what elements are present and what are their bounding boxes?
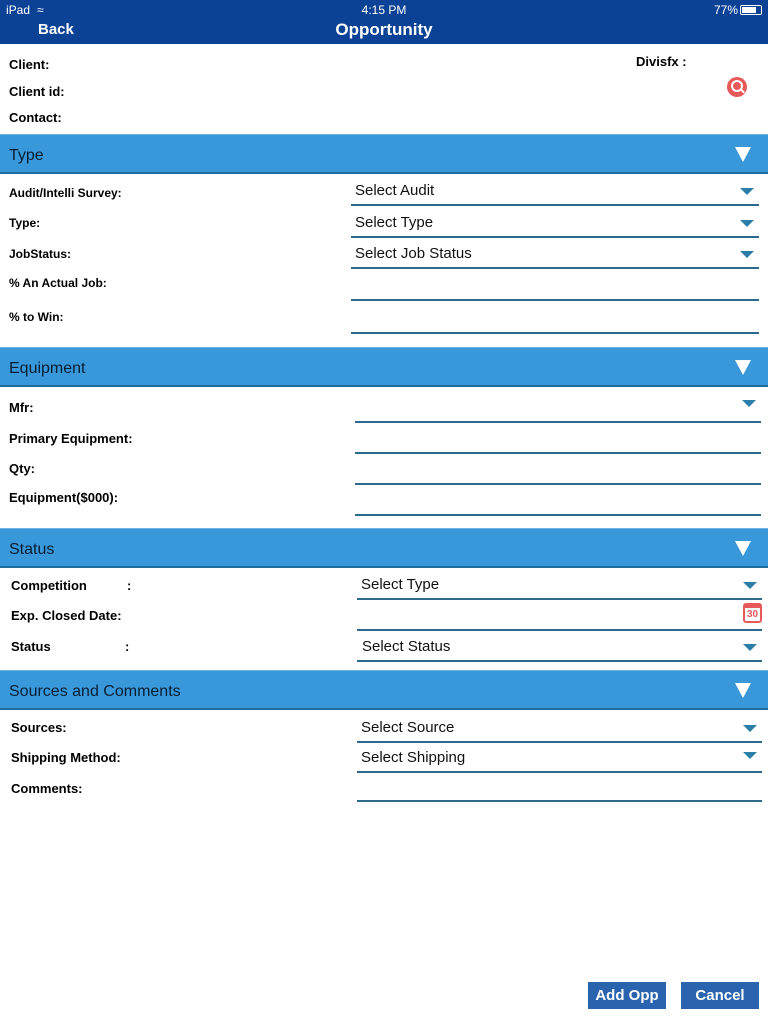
divisfx-label: Divisfx : [636, 54, 687, 69]
collapse-triangle-icon [735, 541, 751, 556]
actual-job-input[interactable] [351, 271, 759, 301]
type-value: Select Type [355, 214, 434, 231]
shipping-value: Select Shipping [361, 749, 466, 766]
section-title: Sources and Comments [9, 683, 181, 700]
closed-date-input[interactable]: 30 [357, 601, 762, 631]
mfr-select[interactable] [355, 393, 761, 423]
page-title: Opportunity [335, 20, 433, 39]
section-title: Type [9, 147, 44, 164]
battery-percent: 77% [713, 3, 738, 17]
audit-select[interactable]: Select Audit [351, 176, 759, 206]
section-title: Status [9, 541, 55, 558]
cancel-button[interactable]: Cancel [681, 982, 759, 1009]
win-input[interactable] [351, 304, 759, 334]
equipment-amount-label: Equipment($000): [9, 490, 119, 505]
shipping-label: Shipping Method: [11, 750, 121, 765]
mfr-label: Mfr: [9, 400, 34, 415]
calendar-icon[interactable]: 30 [743, 603, 762, 623]
section-header-type[interactable]: Type [0, 134, 768, 174]
status-value: Select Status [362, 638, 451, 655]
clock: 4:15 PM [361, 3, 407, 17]
navigation-bar: iPad ≈ 4:15 PM 77% Opportunity Back [0, 0, 768, 44]
primary-equipment-input[interactable] [355, 424, 761, 454]
section-header-status[interactable]: Status [0, 528, 768, 568]
section-title: Equipment [9, 360, 86, 377]
add-opp-button[interactable]: Add Opp [588, 982, 666, 1009]
jobstatus-select[interactable]: Select Job Status [351, 239, 759, 269]
audit-label: Audit/Intelli Survey: [9, 186, 122, 200]
status-select[interactable]: Select Status [357, 632, 762, 662]
dropdown-arrow-icon [743, 582, 757, 589]
battery-icon [740, 5, 762, 15]
type-label: Type: [9, 216, 41, 230]
qty-input[interactable] [355, 455, 761, 485]
actual-job-label: % An Actual Job: [9, 276, 107, 290]
comments-input[interactable] [357, 772, 762, 802]
dropdown-arrow-icon [740, 220, 754, 227]
competition-value: Select Type [361, 576, 440, 593]
comments-label: Comments: [11, 781, 83, 796]
type-select[interactable]: Select Type [351, 208, 759, 238]
colon: : [127, 578, 132, 593]
dropdown-arrow-icon [740, 251, 754, 258]
sources-value: Select Source [361, 719, 455, 736]
collapse-triangle-icon [735, 147, 751, 162]
search-icon[interactable] [727, 77, 747, 97]
collapse-triangle-icon [735, 360, 751, 375]
audit-value: Select Audit [355, 182, 435, 199]
shipping-select[interactable]: Select Shipping [357, 743, 762, 773]
colon: : [125, 639, 130, 654]
dropdown-arrow-icon [743, 725, 757, 732]
back-button[interactable]: Back [38, 21, 74, 38]
sources-select[interactable]: Select Source [357, 713, 762, 743]
dropdown-arrow-icon [743, 644, 757, 651]
sources-label: Sources: [11, 720, 67, 735]
collapse-triangle-icon [735, 683, 751, 698]
competition-label: Competition [11, 578, 87, 593]
dropdown-arrow-icon [740, 188, 754, 195]
closed-date-label: Exp. Closed Date: [11, 608, 122, 623]
win-label: % to Win: [9, 310, 64, 324]
dropdown-arrow-icon [743, 752, 757, 759]
client-id-label: Client id: [9, 84, 65, 99]
client-label: Client: [9, 57, 50, 72]
primary-equipment-label: Primary Equipment: [9, 431, 133, 446]
jobstatus-value: Select Job Status [355, 245, 472, 262]
section-header-equipment[interactable]: Equipment [0, 347, 768, 387]
contact-label: Contact: [9, 110, 62, 125]
status-label: Status [11, 639, 51, 654]
qty-label: Qty: [9, 461, 35, 476]
section-header-sources[interactable]: Sources and Comments [0, 670, 768, 710]
competition-select[interactable]: Select Type [357, 570, 762, 600]
jobstatus-label: JobStatus: [9, 247, 72, 261]
equipment-amount-input[interactable] [355, 486, 761, 516]
dropdown-arrow-icon [742, 400, 756, 407]
